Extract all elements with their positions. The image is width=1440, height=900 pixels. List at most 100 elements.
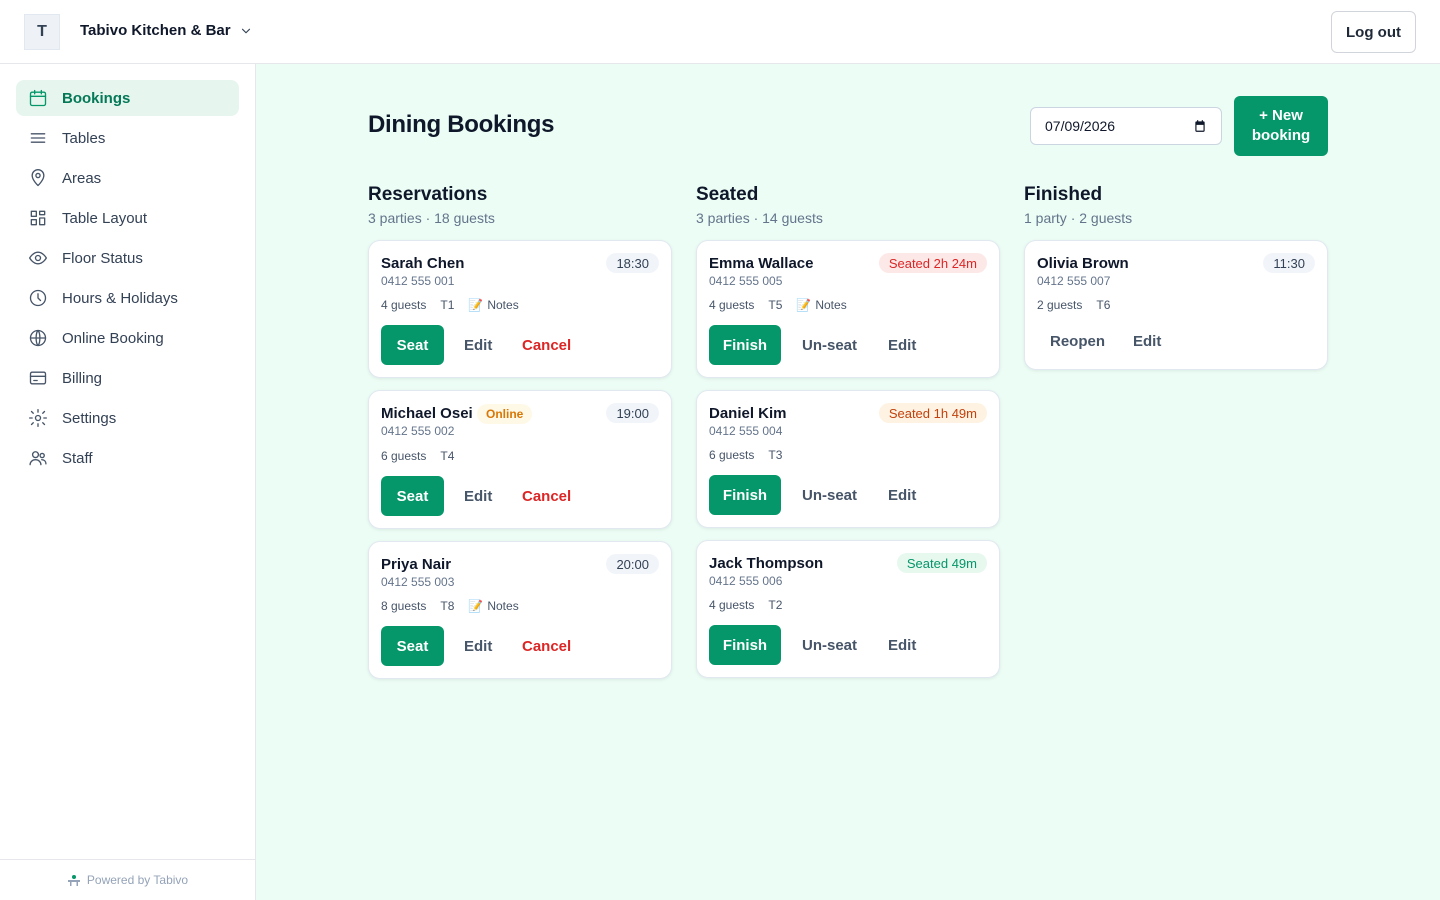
logout-button[interactable]: Log out [1331, 11, 1416, 53]
finish-button[interactable]: Finish [709, 475, 781, 515]
guest-count: 8 guests [381, 599, 427, 613]
table-label: T5 [768, 298, 783, 312]
sidebar-item-bookings[interactable]: Bookings [16, 80, 239, 116]
tabivo-logo-icon [67, 875, 80, 886]
booking-meta: 4 guests T5 📝 Notes [709, 298, 847, 312]
sidebar-item-online-booking[interactable]: Online Booking [16, 320, 239, 356]
sidebar-item-label: Tables [62, 129, 106, 147]
seat-button[interactable]: Seat [381, 476, 444, 516]
sidebar-item-areas[interactable]: Areas [16, 160, 239, 196]
time-pill: 19:00 [606, 403, 659, 423]
unseat-button[interactable]: Un-seat [802, 325, 857, 365]
seat-button[interactable]: Seat [381, 325, 444, 365]
unseat-button[interactable]: Un-seat [802, 625, 857, 665]
gear-icon [29, 409, 47, 427]
guest-phone: 0412 555 007 [1037, 274, 1111, 288]
booking-meta: 6 guests T4 [381, 449, 454, 463]
edit-button[interactable]: Edit [464, 626, 492, 666]
notes-label: Notes [487, 599, 519, 613]
booking-meta: 2 guests T6 [1037, 298, 1110, 312]
sidebar-item-label: Online Booking [62, 329, 164, 347]
seated-duration-badge: Seated 1h 49m [878, 403, 987, 423]
memo-icon: 📝 [468, 599, 484, 613]
edit-button[interactable]: Edit [464, 325, 492, 365]
table-label: T2 [768, 598, 783, 612]
clock-icon [29, 289, 47, 307]
column-summary-finished: 1 party · 2 guests [1024, 210, 1133, 226]
sidebar-item-label: Staff [62, 449, 93, 467]
sidebar-item-floor-status[interactable]: Floor Status [16, 240, 239, 276]
guest-phone: 0412 555 004 [709, 424, 783, 438]
notes-indicator[interactable]: 📝 Notes [468, 298, 518, 312]
time-pill: 11:30 [1263, 253, 1315, 273]
powered-by-text: Powered by Tabivo [86, 873, 189, 887]
seat-button[interactable]: Seat [381, 626, 444, 666]
guest-name: Michael Osei [381, 405, 473, 422]
memo-icon: 📝 [796, 298, 812, 312]
guest-count: 6 guests [381, 449, 427, 463]
guest-phone: 0412 555 005 [709, 274, 783, 288]
sidebar-item-label: Billing [62, 369, 103, 387]
sidebar-item-label: Floor Status [62, 249, 143, 267]
booking-meta: 8 guests T8 📝 Notes [381, 599, 519, 613]
finish-button[interactable]: Finish [709, 625, 781, 665]
restaurant-avatar: T [24, 14, 60, 50]
chevron-down-icon [241, 28, 250, 33]
guest-count: 6 guests [709, 448, 755, 462]
finish-button[interactable]: Finish [709, 325, 781, 365]
new-booking-button[interactable]: + New booking [1234, 96, 1328, 156]
guest-name: Daniel Kim [709, 405, 787, 422]
cancel-button[interactable]: Cancel [522, 325, 571, 365]
guest-phone: 0412 555 002 [381, 424, 455, 438]
calendar-icon [29, 89, 47, 107]
guest-count: 2 guests [1037, 298, 1083, 312]
reopen-button[interactable]: Reopen [1050, 321, 1105, 361]
globe-icon [29, 329, 47, 347]
menu-lines-icon [30, 133, 46, 143]
sidebar-item-staff[interactable]: Staff [16, 440, 239, 476]
restaurant-name: Tabivo Kitchen & Bar [80, 22, 231, 39]
sidebar-item-label: Bookings [62, 89, 131, 107]
date-value: 07/09/2026 [1045, 118, 1116, 134]
table-label: T3 [768, 448, 783, 462]
eye-icon [29, 251, 47, 265]
calendar-icon[interactable] [1193, 119, 1207, 133]
sidebar-item-label: Areas [62, 169, 102, 187]
notes-indicator[interactable]: 📝 Notes [468, 599, 518, 613]
notes-indicator[interactable]: 📝 Notes [796, 298, 846, 312]
guest-name: Priya Nair [381, 556, 452, 573]
credit-card-icon [29, 371, 47, 385]
column-title-seated: Seated [696, 184, 759, 205]
sidebar-item-label: Hours & Holidays [62, 289, 178, 307]
sidebar-item-table-layout[interactable]: Table Layout [16, 200, 239, 236]
column-title-finished: Finished [1024, 184, 1103, 205]
column-summary-reservations: 3 parties · 18 guests [368, 210, 495, 226]
page-title: Dining Bookings [368, 111, 555, 138]
booking-card: Emma Wallace Seated 2h 24m 0412 555 005 … [696, 240, 1000, 378]
edit-button[interactable]: Edit [888, 475, 916, 515]
table-label: T1 [440, 298, 455, 312]
edit-button[interactable]: Edit [888, 325, 916, 365]
edit-button[interactable]: Edit [464, 476, 492, 516]
unseat-button[interactable]: Un-seat [802, 475, 857, 515]
sidebar-item-tables[interactable]: Tables [16, 120, 239, 156]
sidebar-item-hours-holidays[interactable]: Hours & Holidays [16, 280, 239, 316]
date-picker-input[interactable]: 07/09/2026 [1030, 107, 1222, 145]
edit-button[interactable]: Edit [1133, 321, 1161, 361]
booking-card: Olivia Brown 11:30 0412 555 007 2 guests… [1024, 240, 1328, 370]
guest-phone: 0412 555 006 [709, 574, 783, 588]
edit-button[interactable]: Edit [888, 625, 916, 665]
booking-card: Daniel Kim Seated 1h 49m 0412 555 004 6 … [696, 390, 1000, 528]
map-pin-icon [31, 169, 45, 187]
column-title-reservations: Reservations [368, 184, 488, 205]
restaurant-switcher[interactable]: Tabivo Kitchen & Bar [80, 22, 253, 39]
users-icon [29, 451, 47, 466]
sidebar-item-settings[interactable]: Settings [16, 400, 239, 436]
guest-name: Emma Wallace [709, 255, 814, 272]
booking-card: Jack Thompson Seated 49m 0412 555 006 4 … [696, 540, 1000, 678]
guest-phone: 0412 555 001 [381, 274, 455, 288]
cancel-button[interactable]: Cancel [522, 476, 571, 516]
sidebar-item-billing[interactable]: Billing [16, 360, 239, 396]
cancel-button[interactable]: Cancel [522, 626, 571, 666]
online-badge: Online [477, 404, 533, 424]
